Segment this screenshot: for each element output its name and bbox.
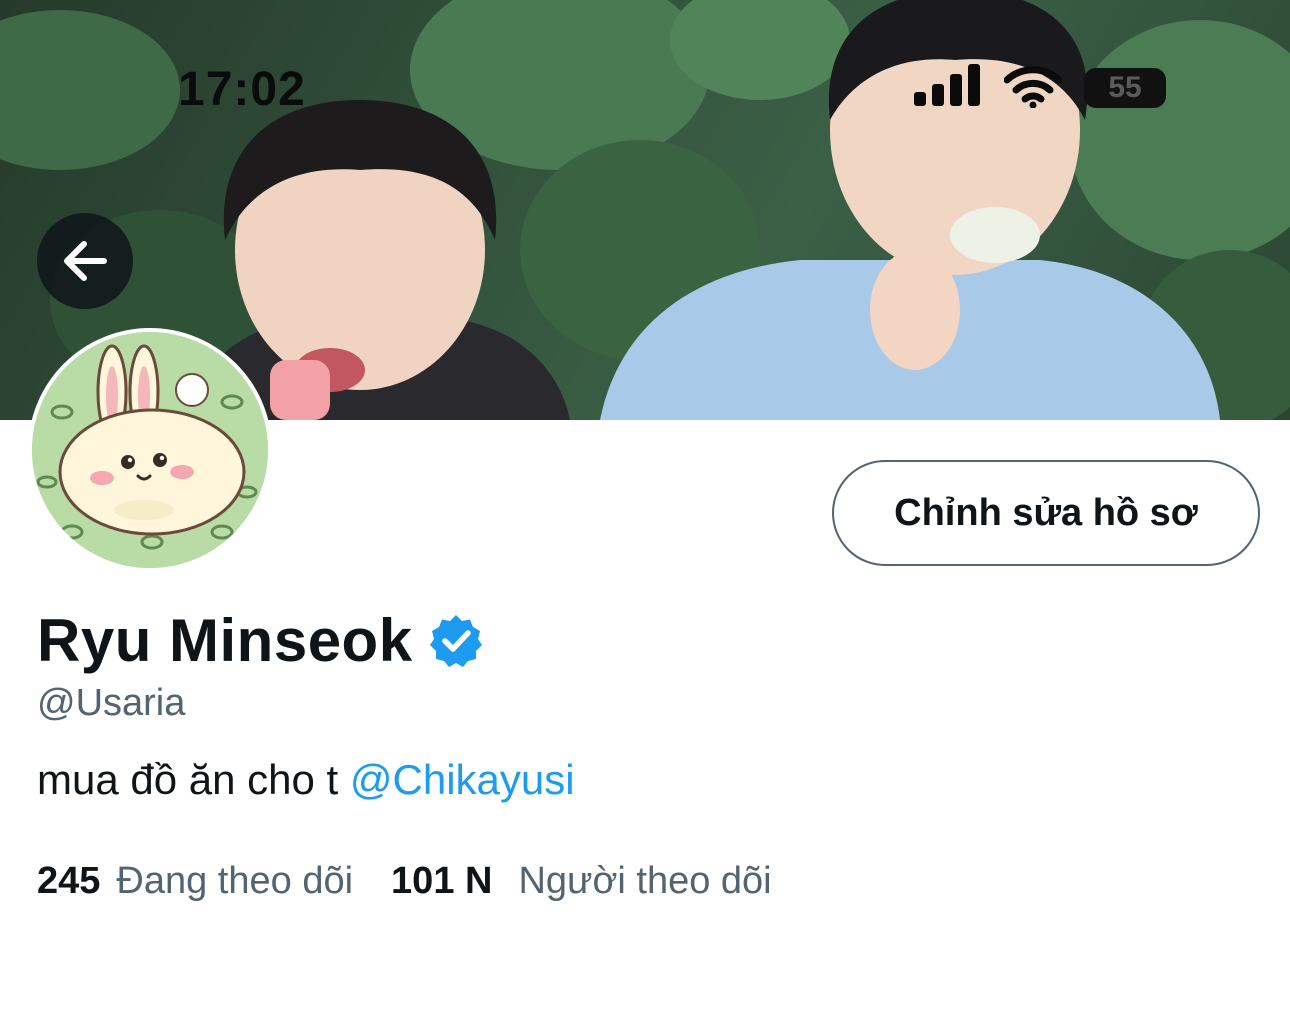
profile-stats: 245 Đang theo dõi 101 N Người theo dõi <box>37 860 772 903</box>
display-name-row: Ryu Minseok <box>37 606 485 675</box>
edit-profile-button[interactable]: Chỉnh sửa hồ sơ <box>832 460 1260 566</box>
followers-count: 101 N <box>391 860 493 902</box>
user-handle: @Usaria <box>37 682 186 724</box>
profile-screen: 17:02 55 Chỉnh sửa hồ sơ Ryu Minseok @Us… <box>0 0 1290 1015</box>
bio-text: mua đồ ăn cho t <box>37 756 350 803</box>
followers-stat[interactable]: 101 N Người theo dõi <box>391 860 772 903</box>
status-icons: 55 <box>914 64 1174 110</box>
back-button[interactable] <box>37 213 133 309</box>
following-label: Đang theo dõi <box>116 860 354 902</box>
arrow-left-icon <box>64 241 107 281</box>
following-count: 245 <box>37 860 101 902</box>
wifi-icon <box>1004 66 1062 108</box>
avatar[interactable] <box>28 328 272 572</box>
battery-icon: 55 <box>1084 68 1166 108</box>
display-name: Ryu Minseok <box>37 607 413 674</box>
status-time: 17:02 <box>178 63 306 116</box>
signal-icon <box>914 64 984 108</box>
avatar-bunny-illustration <box>32 332 268 568</box>
bio-mention-link[interactable]: @Chikayusi <box>350 756 575 803</box>
followers-label: Người theo dõi <box>518 860 772 902</box>
following-stat[interactable]: 245 Đang theo dõi <box>37 860 353 903</box>
profile-bio: mua đồ ăn cho t @Chikayusi <box>37 756 575 804</box>
battery-level: 55 <box>1108 71 1142 104</box>
verified-badge-icon[interactable] <box>427 612 485 670</box>
